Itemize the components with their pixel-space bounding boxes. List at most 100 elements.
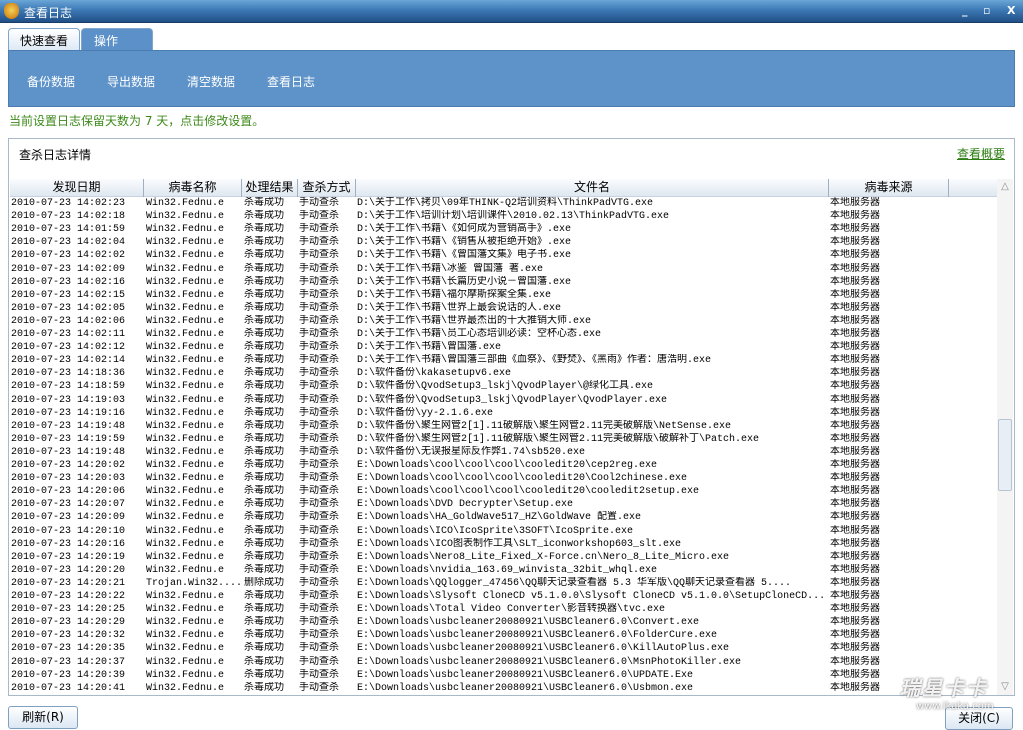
table-row[interactable]: 2010-07-23 14:02:04 Win32.Fednu.e 杀毒成功 手动查杀…	[10, 236, 998, 249]
table-row[interactable]: 2010-07-23 14:02:05 Win32.Fednu.e 杀毒成功 手动查杀…	[10, 302, 998, 315]
table-row[interactable]: 2010-07-23 14:02:11 Win32.Fednu.e 杀毒成功 手动查杀…	[10, 328, 998, 341]
tab-operations[interactable]: 操作	[81, 28, 153, 52]
vertical-scrollbar[interactable]: △ ▽	[997, 179, 1013, 695]
tab-quick-view[interactable]: 快速查看	[8, 28, 80, 51]
cell-virus-name: Win32.Fednu.e	[146, 198, 225, 209]
col-date[interactable]: 发现日期	[10, 179, 144, 197]
table-row[interactable]: 2010-07-23 14:02:09 Win32.Fednu.e 杀毒成功 手动查杀…	[10, 263, 998, 276]
export-data-button[interactable]: 导出数据	[107, 73, 155, 90]
cell-source: 本地服务器	[830, 329, 880, 340]
table-row[interactable]: 2010-07-23 14:20:19 Win32.Fednu.e 杀毒成功 手动查杀…	[10, 551, 998, 564]
table-row[interactable]: 2010-07-23 14:20:16 Win32.Fednu.e 杀毒成功 手动查杀…	[10, 538, 998, 551]
table-row[interactable]: 2010-07-23 14:02:14 Win32.Fednu.e 杀毒成功 手动查杀…	[10, 354, 998, 367]
table-row[interactable]: 2010-07-23 14:18:59 Win32.Fednu.e 杀毒成功 手动查杀…	[10, 380, 998, 393]
table-row[interactable]: 2010-07-23 14:20:21 Trojan.Win32.... 删除成功 手…	[10, 577, 998, 590]
table-row[interactable]: 2010-07-23 14:02:23 Win32.Fednu.e 杀毒成功 手动查杀…	[10, 197, 998, 210]
cell-result: 杀毒成功	[244, 682, 284, 694]
table-row[interactable]: 2010-07-23 14:19:59 Win32.Fednu.e 杀毒成功 手动查杀…	[10, 433, 998, 446]
cell-result: 杀毒成功	[244, 656, 284, 668]
cell-filename: D:\关于工作\书籍\世界最杰出的十大推销大师.exe	[357, 315, 592, 327]
cell-method: 手动查杀	[299, 577, 339, 589]
cell-virus-name: Win32.Fednu.e	[146, 289, 225, 301]
backup-data-button[interactable]: 备份数据	[27, 73, 75, 90]
cell-method: 手动查杀	[299, 473, 339, 485]
table-row[interactable]: 2010-07-23 14:02:02 Win32.Fednu.e 杀毒成功 手动查杀…	[10, 249, 998, 262]
table-row[interactable]: 2010-07-23 14:20:03 Win32.Fednu.e 杀毒成功 手动查杀…	[10, 472, 998, 485]
cell-virus-name: Win32.Fednu.e	[146, 224, 225, 236]
cell-source: 本地服务器	[830, 250, 880, 262]
cell-source: 本地服务器	[830, 446, 880, 458]
cell-method: 手动查杀	[299, 289, 339, 301]
cell-filename: D:\软件备份\无误报星际反作弊1.74\sb520.exe	[357, 446, 586, 458]
close-window-button[interactable]: X	[1007, 4, 1015, 17]
refresh-button[interactable]: 刷新(R)	[8, 706, 78, 729]
cell-result: 杀毒成功	[244, 617, 284, 629]
table-row[interactable]: 2010-07-23 14:20:37 Win32.Fednu.e 杀毒成功 手动查杀…	[10, 656, 998, 669]
table-row[interactable]: 2010-07-23 14:19:03 Win32.Fednu.e 杀毒成功 手动查杀…	[10, 394, 998, 407]
cell-result: 杀毒成功	[244, 486, 284, 498]
table-row[interactable]: 2010-07-23 14:19:48 Win32.Fednu.e 杀毒成功 手动查杀…	[10, 446, 998, 459]
table-row[interactable]: 2010-07-23 14:20:29 Win32.Fednu.e 杀毒成功 手动查杀…	[10, 616, 998, 629]
cell-method: 手动查杀	[299, 499, 339, 511]
col-result[interactable]: 处理结果	[242, 179, 298, 197]
cell-date: 2010-07-23 14:20:06	[11, 486, 126, 498]
table-row[interactable]: 2010-07-23 14:19:48 Win32.Fednu.e 杀毒成功 手动查杀…	[10, 420, 998, 433]
table-row[interactable]: 2010-07-23 14:01:59 Win32.Fednu.e 杀毒成功 手动查杀…	[10, 223, 998, 236]
table-row[interactable]: 2010-07-23 14:02:06 Win32.Fednu.e 杀毒成功 手动查杀…	[10, 315, 998, 328]
cell-date: 2010-07-23 14:02:05	[11, 302, 126, 314]
title-bar: 查看日志 _ ▫ X	[0, 0, 1023, 23]
table-row[interactable]: 2010-07-23 14:20:32 Win32.Fednu.e 杀毒成功 手动查杀…	[10, 629, 998, 642]
table-row[interactable]: 2010-07-23 14:20:06 Win32.Fednu.e 杀毒成功 手动查杀…	[10, 485, 998, 498]
view-summary-link[interactable]: 查看概要	[957, 145, 1005, 162]
cell-filename: E:\Downloads\Nero8_Lite_Fixed_X-Force.cn…	[357, 551, 730, 563]
cell-source: 本地服务器	[830, 342, 880, 354]
table-row[interactable]: 2010-07-23 14:02:12 Win32.Fednu.e 杀毒成功 手动查杀…	[10, 341, 998, 354]
minimize-button[interactable]: _	[962, 4, 968, 17]
cell-virus-name: Win32.Fednu.e	[146, 237, 225, 249]
cell-source: 本地服务器	[830, 211, 880, 223]
view-log-button[interactable]: 查看日志	[267, 73, 315, 90]
col-method[interactable]: 查杀方式	[298, 179, 356, 197]
cell-result: 杀毒成功	[244, 224, 284, 236]
col-virus-name[interactable]: 病毒名称	[144, 179, 242, 197]
cell-result: 杀毒成功	[244, 263, 284, 275]
clear-data-button[interactable]: 清空数据	[187, 73, 235, 90]
cell-result: 杀毒成功	[244, 250, 284, 262]
cell-source: 本地服务器	[830, 420, 880, 432]
restore-button[interactable]: ▫	[983, 4, 990, 17]
cell-date: 2010-07-23 14:20:19	[11, 551, 126, 563]
table-row[interactable]: 2010-07-23 14:20:35 Win32.Fednu.e 杀毒成功 手动查杀…	[10, 642, 998, 655]
table-row[interactable]: 2010-07-23 14:19:16 Win32.Fednu.e 杀毒成功 手动查杀…	[10, 407, 998, 420]
table-row[interactable]: 2010-07-23 14:20:41 Win32.Fednu.e 杀毒成功 手动查杀…	[10, 682, 998, 695]
cell-method: 手动查杀	[299, 551, 339, 563]
cell-virus-name: Win32.Fednu.e	[146, 656, 225, 668]
table-header: 发现日期 病毒名称 处理结果 查杀方式 文件名 病毒来源	[10, 179, 998, 197]
table-row[interactable]: 2010-07-23 14:18:36 Win32.Fednu.e 杀毒成功 手动查杀…	[10, 367, 998, 380]
retention-settings-link[interactable]: 当前设置日志保留天数为 7 天，点击修改设置。	[9, 112, 264, 129]
cell-date: 2010-07-23 14:20:16	[11, 538, 126, 550]
table-row[interactable]: 2010-07-23 14:20:20 Win32.Fednu.e 杀毒成功 手动查杀…	[10, 564, 998, 577]
table-row[interactable]: 2010-07-23 14:20:25 Win32.Fednu.e 杀毒成功 手动查杀…	[10, 603, 998, 616]
cell-virus-name: Trojan.Win32....	[146, 577, 242, 589]
cell-method: 手动查杀	[299, 342, 339, 354]
cell-filename: E:\Downloads\usbcleaner20080921\USBClean…	[357, 617, 700, 629]
cell-virus-name: Win32.Fednu.e	[146, 368, 225, 380]
table-row[interactable]: 2010-07-23 14:20:02 Win32.Fednu.e 杀毒成功 手动查杀…	[10, 459, 998, 472]
table-row[interactable]: 2010-07-23 14:20:39 Win32.Fednu.e 杀毒成功 手动查杀…	[10, 669, 998, 682]
table-row[interactable]: 2010-07-23 14:02:15 Win32.Fednu.e 杀毒成功 手动查杀…	[10, 289, 998, 302]
table-row[interactable]: 2010-07-23 14:02:16 Win32.Fednu.e 杀毒成功 手动查杀…	[10, 276, 998, 289]
table-row[interactable]: 2010-07-23 14:20:22 Win32.Fednu.e 杀毒成功 手动查杀…	[10, 590, 998, 603]
scroll-thumb[interactable]	[998, 419, 1012, 491]
table-row[interactable]: 2010-07-23 14:20:07 Win32.Fednu.e 杀毒成功 手动查杀…	[10, 498, 998, 511]
cell-result: 杀毒成功	[244, 433, 284, 445]
table-row[interactable]: 2010-07-23 14:20:09 Win32.Fednu.e 杀毒成功 手动查杀…	[10, 511, 998, 524]
cell-result: 杀毒成功	[244, 237, 284, 249]
cell-virus-name: Win32.Fednu.e	[146, 499, 225, 511]
table-row[interactable]: 2010-07-23 14:02:18 Win32.Fednu.e 杀毒成功 手动查杀…	[10, 210, 998, 223]
scroll-up-icon[interactable]: △	[997, 179, 1013, 195]
col-filename[interactable]: 文件名	[356, 179, 829, 197]
cell-result: 杀毒成功	[244, 302, 284, 314]
table-row[interactable]: 2010-07-23 14:20:10 Win32.Fednu.e 杀毒成功 手动查杀…	[10, 525, 998, 538]
col-source[interactable]: 病毒来源	[829, 179, 949, 197]
cell-source: 本地服务器	[830, 368, 880, 380]
